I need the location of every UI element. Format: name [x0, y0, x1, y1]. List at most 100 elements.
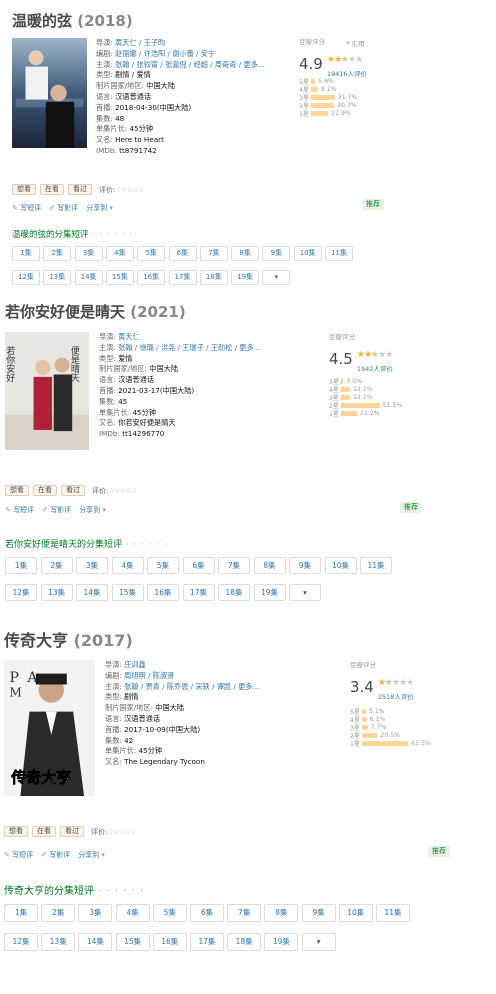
episode-button[interactable]: 15集 — [111, 584, 144, 601]
rating-count[interactable]: 1942人评价 — [357, 363, 393, 373]
episode-button[interactable]: 16集 — [147, 584, 179, 601]
cite-link[interactable]: ❝ 引用 — [346, 38, 365, 48]
info-row: 又名: 你若安好便是晴天 — [99, 418, 261, 429]
episode-button[interactable]: 16集 — [152, 933, 187, 951]
watched-button[interactable]: 看过 — [68, 184, 92, 195]
episode-button[interactable]: 7集 — [218, 557, 250, 574]
episode-button[interactable]: 3集 — [78, 904, 113, 922]
episode-button[interactable]: 1集 — [4, 904, 38, 922]
episode-button[interactable]: 12集 — [12, 270, 40, 285]
share-link[interactable]: 分享到 ▾ — [79, 505, 106, 515]
episode-button[interactable]: 11集 — [376, 904, 410, 922]
episode-more-button[interactable]: ▾ — [289, 584, 321, 601]
episode-button[interactable]: 12集 — [4, 933, 38, 951]
poster-image[interactable]: 若你安好 便是晴天 — [5, 332, 89, 450]
episode-button[interactable]: 6集 — [168, 246, 197, 261]
recommend-button[interactable]: 推荐 — [400, 502, 422, 513]
episode-button[interactable]: 3集 — [74, 246, 103, 261]
info-value[interactable]: 张翰 / 贾青 / 陈乔恩 / 宋轶 / 谭凯 / 更多... — [124, 682, 259, 691]
info-value[interactable]: 周旭明 / 陈淑贤 — [124, 671, 174, 680]
episode-button[interactable]: 6集 — [190, 904, 224, 922]
watched-button[interactable]: 看过 — [61, 485, 85, 496]
watching-button[interactable]: 在看 — [40, 184, 64, 195]
poster-image[interactable] — [12, 38, 87, 148]
episode-button[interactable]: 17集 — [190, 933, 224, 951]
episode-button[interactable]: 2集 — [43, 246, 72, 261]
info-value[interactable]: 赵丽娜 / 许浩阳 / 谢小蕾 / 安宁 — [115, 49, 215, 58]
want-button[interactable]: 想看 — [12, 184, 36, 195]
episode-button[interactable]: 7集 — [199, 246, 228, 261]
episode-button[interactable]: 5集 — [152, 904, 187, 922]
episode-button[interactable]: 15集 — [115, 933, 150, 951]
rating-count[interactable]: 2518人评价 — [378, 691, 414, 701]
episode-button[interactable]: 16集 — [137, 270, 166, 285]
episode-button[interactable]: 19集 — [231, 270, 260, 285]
write-review-link[interactable]: ✐ 写影评 — [49, 203, 78, 213]
episode-button[interactable]: 18集 — [199, 270, 228, 285]
episode-button[interactable]: 5集 — [147, 557, 179, 574]
episode-more-button[interactable]: ▾ — [301, 933, 336, 951]
episode-button[interactable]: 2集 — [40, 557, 73, 574]
episode-button[interactable]: 8集 — [231, 246, 260, 261]
episode-button[interactable]: 14集 — [76, 584, 108, 601]
episode-button[interactable]: 13集 — [43, 270, 72, 285]
episode-button[interactable]: 18集 — [227, 933, 262, 951]
episode-button[interactable]: 9集 — [289, 557, 321, 574]
episode-button[interactable]: 10集 — [338, 904, 373, 922]
episode-button[interactable]: 7集 — [227, 904, 262, 922]
write-short-comment-link[interactable]: ✎ 写短评 — [4, 850, 33, 860]
episode-button[interactable]: 9集 — [301, 904, 336, 922]
info-value[interactable]: 黄天仁 / 王子昀 — [115, 38, 165, 47]
episode-button[interactable]: 13集 — [40, 584, 73, 601]
episode-button[interactable]: 4集 — [105, 246, 134, 261]
info-value[interactable]: 黄天仁 — [118, 332, 140, 341]
episode-button[interactable]: 9集 — [262, 246, 291, 261]
rate-stars-input[interactable]: ☆☆☆☆☆ — [115, 186, 144, 194]
episode-button[interactable]: 5集 — [137, 246, 166, 261]
episode-button[interactable]: 4集 — [111, 557, 144, 574]
write-review-link[interactable]: ✐ 写影评 — [42, 505, 71, 515]
episode-more-button[interactable]: ▾ — [262, 270, 291, 285]
write-review-link[interactable]: ✐ 写影评 — [41, 850, 70, 860]
episode-button[interactable]: 17集 — [182, 584, 215, 601]
episode-button[interactable]: 8集 — [253, 557, 286, 574]
watching-button[interactable]: 在看 — [32, 826, 56, 837]
share-link[interactable]: 分享到 ▾ — [86, 203, 113, 213]
episode-button[interactable]: 10集 — [324, 557, 357, 574]
episode-button[interactable]: 1集 — [5, 557, 37, 574]
episode-button[interactable]: 8集 — [264, 904, 299, 922]
want-button[interactable]: 想看 — [5, 485, 29, 496]
rate-stars-input[interactable]: ☆☆☆☆☆ — [107, 828, 136, 836]
episode-button[interactable]: 18集 — [218, 584, 250, 601]
watched-button[interactable]: 看过 — [60, 826, 84, 837]
recommend-button[interactable]: 推荐 — [362, 199, 384, 210]
episode-button[interactable]: 1集 — [12, 246, 40, 261]
info-value[interactable]: 庄训鑫 — [124, 660, 146, 669]
episode-button[interactable]: 13集 — [41, 933, 76, 951]
episode-button[interactable]: 6集 — [182, 557, 215, 574]
episode-button[interactable]: 14集 — [78, 933, 113, 951]
poster-image[interactable]: P A M 传奇大亨 — [4, 660, 95, 796]
episode-button[interactable]: 14集 — [74, 270, 103, 285]
watching-button[interactable]: 在看 — [33, 485, 57, 496]
recommend-button[interactable]: 推荐 — [428, 846, 450, 857]
rate-stars-input[interactable]: ☆☆☆☆☆ — [108, 487, 137, 495]
write-short-comment-link[interactable]: ✎ 写短评 — [12, 203, 41, 213]
episode-button[interactable]: 10集 — [293, 246, 322, 261]
episode-button[interactable]: 15集 — [105, 270, 134, 285]
episode-button[interactable]: 19集 — [264, 933, 299, 951]
episode-button[interactable]: 2集 — [41, 904, 76, 922]
episode-button[interactable]: 11集 — [360, 557, 392, 574]
share-link[interactable]: 分享到 ▾ — [78, 850, 105, 860]
episode-button[interactable]: 17集 — [168, 270, 197, 285]
info-value[interactable]: 张翰 / 张钧甯 / 张嘉倪 / 经超 / 周奇奇 / 更多... — [115, 60, 265, 69]
episode-button[interactable]: 19集 — [253, 584, 286, 601]
write-short-comment-link[interactable]: ✎ 写短评 — [5, 505, 34, 515]
info-value[interactable]: 张翰 / 徐璐 / 洪尧 / 王瑞子 / 王劲松 / 更多... — [118, 343, 260, 352]
episode-button[interactable]: 12集 — [5, 584, 37, 601]
episode-button[interactable]: 3集 — [76, 557, 108, 574]
episode-button[interactable]: 4集 — [115, 904, 150, 922]
episode-button[interactable]: 11集 — [325, 246, 353, 261]
drama-title: 传奇大亨 (2017) — [4, 627, 133, 651]
want-button[interactable]: 想看 — [4, 826, 28, 837]
